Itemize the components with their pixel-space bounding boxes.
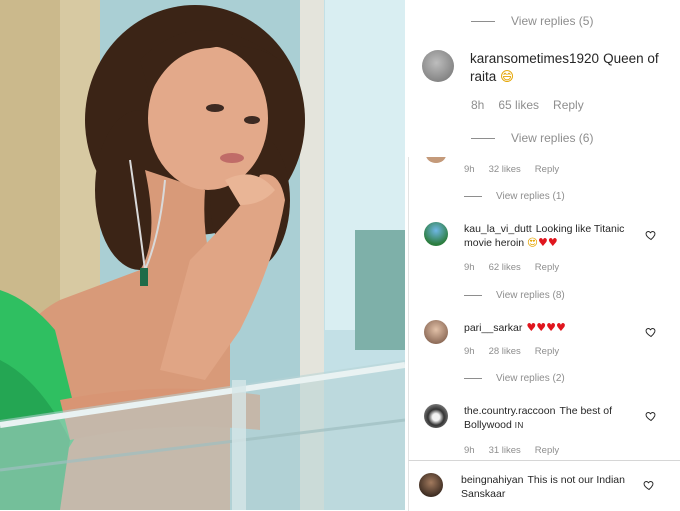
like-heart-icon[interactable]: [643, 479, 655, 491]
view-replies-label: View replies (2): [496, 373, 565, 384]
comment-text: karansometimes1920 Queen of raita 😄: [470, 50, 670, 86]
photo-illustration: [0, 0, 405, 510]
view-replies-label: View replies (5): [511, 14, 594, 28]
view-replies-link[interactable]: View replies (1): [464, 191, 565, 202]
reply-button[interactable]: Reply: [535, 164, 559, 175]
divider-line: [464, 295, 482, 296]
comments-panel-main: 9h 32 likes Reply View replies (1) kau_l…: [408, 157, 680, 460]
avatar[interactable]: [424, 404, 448, 428]
reply-button[interactable]: Reply: [535, 346, 559, 357]
comment-likes[interactable]: 28 likes: [489, 346, 521, 357]
red-heart-emoji: ♥♥♥♥: [526, 321, 566, 334]
comment-text: beingnahiyan This is not our Indian Sansk…: [461, 473, 641, 501]
comment-likes[interactable]: 32 likes: [489, 164, 521, 175]
red-heart-emoji: ♥♥: [538, 236, 558, 250]
comment-text: kau_la_vi_dutt Looking like Titanic movie…: [464, 222, 644, 251]
divider-line: [471, 20, 495, 22]
comment-beingnahiyan: beingnahiyan This is not our Indian Sansk…: [419, 473, 649, 501]
comment-username[interactable]: beingnahiyan: [461, 474, 523, 486]
comment-meta: 8h 65 likes Reply: [471, 98, 598, 112]
reply-button[interactable]: Reply: [535, 445, 559, 456]
divider-line: [471, 137, 495, 139]
comment-meta: 9h 32 likes Reply: [464, 164, 573, 175]
comment-time: 9h: [464, 262, 475, 273]
post-photo: [0, 0, 405, 510]
reply-button[interactable]: Reply: [535, 262, 559, 273]
view-replies-label: View replies (6): [511, 131, 594, 145]
comment-karansometimes1920: karansometimes1920 Queen of raita 😄: [422, 50, 672, 86]
avatar[interactable]: [424, 222, 448, 246]
comment-likes[interactable]: 31 likes: [489, 445, 521, 456]
avatar[interactable]: [424, 320, 448, 344]
heart-eyes-emoji: 😍: [527, 237, 538, 250]
comment-text: pari__sarkar ♥♥♥♥: [464, 320, 644, 344]
india-flag-emoji: IN: [514, 421, 524, 431]
comment-username[interactable]: karansometimes1920: [470, 51, 599, 66]
view-replies-link[interactable]: View replies (5): [471, 14, 593, 28]
view-replies-label: View replies (8): [496, 290, 565, 301]
comment-username[interactable]: kau_la_vi_dutt: [464, 223, 532, 235]
comment-time: 8h: [471, 98, 485, 112]
view-replies-link[interactable]: View replies (2): [464, 373, 565, 384]
comment-likes[interactable]: 65 likes: [498, 98, 539, 112]
comment-time: 9h: [464, 164, 475, 175]
comment-likes[interactable]: 62 likes: [489, 262, 521, 273]
comment-the-country-raccoon: the.country.raccoon The best of Bollywood…: [424, 404, 654, 432]
divider-line: [464, 378, 482, 379]
comment-username[interactable]: the.country.raccoon: [464, 405, 555, 417]
divider-line: [464, 196, 482, 197]
like-heart-icon[interactable]: [645, 326, 657, 338]
comment-meta: 9h 62 likes Reply: [464, 262, 573, 273]
view-replies-link[interactable]: View replies (6): [471, 131, 593, 145]
view-replies-label: View replies (1): [496, 191, 565, 202]
view-replies-link[interactable]: View replies (8): [464, 290, 565, 301]
avatar[interactable]: [422, 50, 454, 82]
comment-time: 9h: [464, 346, 475, 357]
like-heart-icon[interactable]: [645, 410, 657, 422]
comment-meta: 9h 31 likes Reply: [464, 445, 573, 456]
laughing-emoji: 😄: [500, 69, 515, 86]
comment-text: the.country.raccoon The best of Bollywood…: [464, 404, 644, 432]
comment-username[interactable]: pari__sarkar: [464, 322, 522, 334]
comment-time: 9h: [464, 445, 475, 456]
comment-pari__sarkar: pari__sarkar ♥♥♥♥: [424, 320, 654, 344]
comment-meta: 9h 28 likes Reply: [464, 346, 573, 357]
avatar[interactable]: [426, 157, 446, 163]
reply-button[interactable]: Reply: [553, 98, 584, 112]
comment-kau_la_vi_dutt: kau_la_vi_dutt Looking like Titanic movie…: [424, 222, 654, 251]
like-heart-icon[interactable]: [645, 229, 657, 241]
comments-panel-top: View replies (5) karansometimes1920 Queen…: [405, 0, 680, 157]
avatar[interactable]: [419, 473, 443, 497]
comments-panel-bottom: beingnahiyan This is not our Indian Sansk…: [408, 460, 680, 511]
